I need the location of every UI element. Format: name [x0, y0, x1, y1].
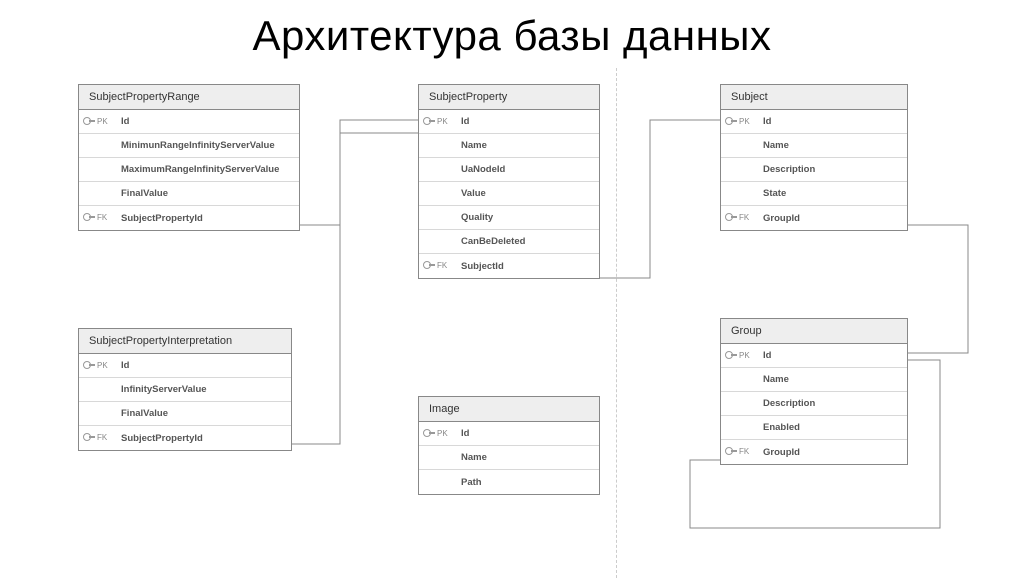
field-row: FinalValue — [79, 182, 299, 206]
field-name: Name — [461, 140, 487, 151]
field-row: UaNodeId — [419, 158, 599, 182]
key-icon — [425, 261, 435, 271]
field-row: PK Id — [419, 110, 599, 134]
entity-header: SubjectProperty — [419, 85, 599, 110]
key-icon — [727, 447, 737, 457]
key-icon — [425, 429, 435, 439]
field-row: PK Id — [721, 344, 907, 368]
field-row: FK SubjectPropertyId — [79, 206, 299, 230]
field-name: SubjectPropertyId — [121, 433, 203, 444]
field-row: Description — [721, 158, 907, 182]
field-row: Name — [419, 134, 599, 158]
field-name: Id — [121, 116, 129, 127]
field-name: State — [763, 188, 786, 199]
field-row: Description — [721, 392, 907, 416]
entity-header: Group — [721, 319, 907, 344]
field-name: Id — [763, 350, 771, 361]
key-icon — [85, 433, 95, 443]
key-icon — [425, 117, 435, 127]
field-row: MinimunRangeInfinityServerValue — [79, 134, 299, 158]
field-row: Name — [721, 368, 907, 392]
field-name: Path — [461, 477, 482, 488]
entity-image: Image PK Id Name Path — [418, 396, 600, 495]
field-row: PK Id — [419, 422, 599, 446]
field-row: Name — [721, 134, 907, 158]
key-icon — [727, 117, 737, 127]
field-name: SubjectId — [461, 261, 504, 272]
field-name: FinalValue — [121, 188, 168, 199]
field-name: GroupId — [763, 213, 800, 224]
entity-header: SubjectPropertyInterpretation — [79, 329, 291, 354]
field-name: MinimunRangeInfinityServerValue — [121, 140, 275, 151]
key-icon — [85, 213, 95, 223]
field-row: Enabled — [721, 416, 907, 440]
field-name: MaximumRangeInfinityServerValue — [121, 164, 279, 175]
field-name: Name — [763, 140, 789, 151]
entity-header: SubjectPropertyRange — [79, 85, 299, 110]
entity-header: Subject — [721, 85, 907, 110]
field-row: InfinityServerValue — [79, 378, 291, 402]
field-row: PK Id — [79, 110, 299, 134]
field-row: FK SubjectPropertyId — [79, 426, 291, 450]
field-row: PK Id — [79, 354, 291, 378]
field-name: Id — [121, 360, 129, 371]
field-name: UaNodeId — [461, 164, 505, 175]
vertical-divider — [616, 68, 617, 578]
field-row: State — [721, 182, 907, 206]
key-icon — [727, 213, 737, 223]
field-name: Name — [461, 452, 487, 463]
field-row: Path — [419, 470, 599, 494]
entity-header: Image — [419, 397, 599, 422]
field-name: FinalValue — [121, 408, 168, 419]
field-name: Id — [461, 428, 469, 439]
field-name: Name — [763, 374, 789, 385]
field-name: Description — [763, 164, 815, 175]
field-row: FinalValue — [79, 402, 291, 426]
field-row: PK Id — [721, 110, 907, 134]
field-name: SubjectPropertyId — [121, 213, 203, 224]
entity-subject-property-range: SubjectPropertyRange PK Id MinimunRangeI… — [78, 84, 300, 231]
entity-subject: Subject PK Id Name Description State FK … — [720, 84, 908, 231]
field-row: FK GroupId — [721, 440, 907, 464]
field-name: Quality — [461, 212, 493, 223]
field-name: CanBeDeleted — [461, 236, 525, 247]
key-icon — [85, 117, 95, 127]
field-name: GroupId — [763, 447, 800, 458]
field-name: Value — [461, 188, 486, 199]
field-row: FK SubjectId — [419, 254, 599, 278]
key-icon — [727, 351, 737, 361]
field-row: Value — [419, 182, 599, 206]
field-name: Id — [461, 116, 469, 127]
field-row: FK GroupId — [721, 206, 907, 230]
field-name: Description — [763, 398, 815, 409]
entity-group: Group PK Id Name Description Enabled FK … — [720, 318, 908, 465]
field-row: MaximumRangeInfinityServerValue — [79, 158, 299, 182]
field-name: Id — [763, 116, 771, 127]
page-title: Архитектура базы данных — [0, 0, 1024, 68]
field-row: CanBeDeleted — [419, 230, 599, 254]
field-name: Enabled — [763, 422, 800, 433]
entity-subject-property-interpretation: SubjectPropertyInterpretation PK Id Infi… — [78, 328, 292, 451]
field-row: Name — [419, 446, 599, 470]
diagram-canvas: SubjectPropertyRange PK Id MinimunRangeI… — [0, 68, 1024, 578]
key-icon — [85, 361, 95, 371]
field-row: Quality — [419, 206, 599, 230]
field-name: InfinityServerValue — [121, 384, 207, 395]
entity-subject-property: SubjectProperty PK Id Name UaNodeId Valu… — [418, 84, 600, 279]
